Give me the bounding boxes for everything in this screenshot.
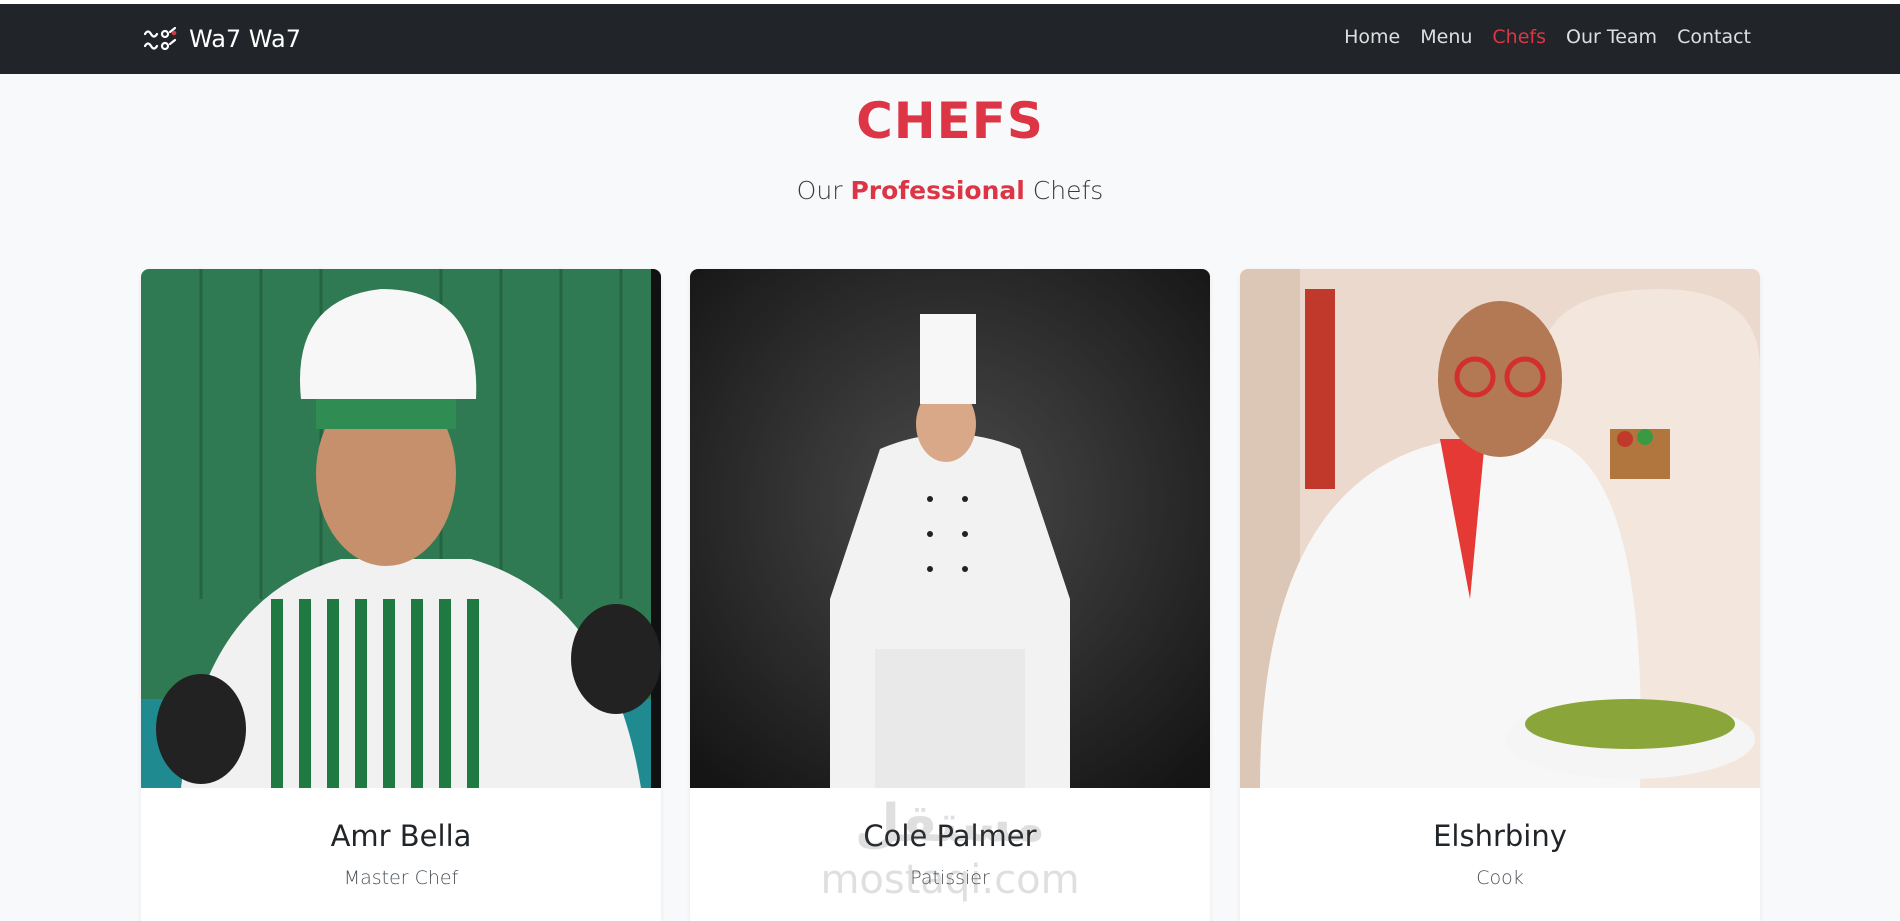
waw-logo-icon — [143, 26, 177, 51]
chef-photo — [690, 269, 1210, 788]
chef-name: Elshrbiny — [1433, 819, 1567, 853]
chef-name: Amr Bella — [330, 819, 472, 853]
chef-role: Master Chef — [343, 867, 459, 889]
section-subtitle: Our Professional Chefs — [0, 176, 1900, 205]
chef-name: Cole Palmer — [863, 819, 1037, 853]
nav-contact[interactable]: Contact — [1677, 26, 1751, 48]
nav-our-team[interactable]: Our Team — [1566, 26, 1657, 48]
nav-links: Home Menu Chefs Our Team Contact — [1344, 26, 1751, 48]
section-title: CHEFS — [856, 92, 1044, 150]
chef-photo — [141, 269, 661, 788]
subtitle-prefix: Our — [796, 176, 843, 205]
nav-home[interactable]: Home — [1344, 26, 1400, 48]
chef-photo — [1240, 269, 1760, 788]
chef-card: Amr Bella Master Chef — [141, 269, 661, 921]
navbar: Wa7 Wa7 Home Menu Chefs Our Team Contact — [0, 4, 1900, 74]
subtitle-highlight: Professional — [850, 176, 1025, 205]
chef-card: Elshrbiny Cook — [1240, 269, 1760, 921]
chef-card: Cole Palmer Patissier — [690, 269, 1210, 921]
chef-role: Patissier — [910, 867, 990, 889]
nav-chefs[interactable]: Chefs — [1492, 26, 1546, 48]
subtitle-suffix: Chefs — [1032, 176, 1104, 205]
brand-name: Wa7 Wa7 — [189, 25, 301, 53]
brand-link[interactable]: Wa7 Wa7 — [141, 22, 301, 56]
chef-role: Cook — [1476, 867, 1524, 889]
nav-menu[interactable]: Menu — [1420, 26, 1472, 48]
